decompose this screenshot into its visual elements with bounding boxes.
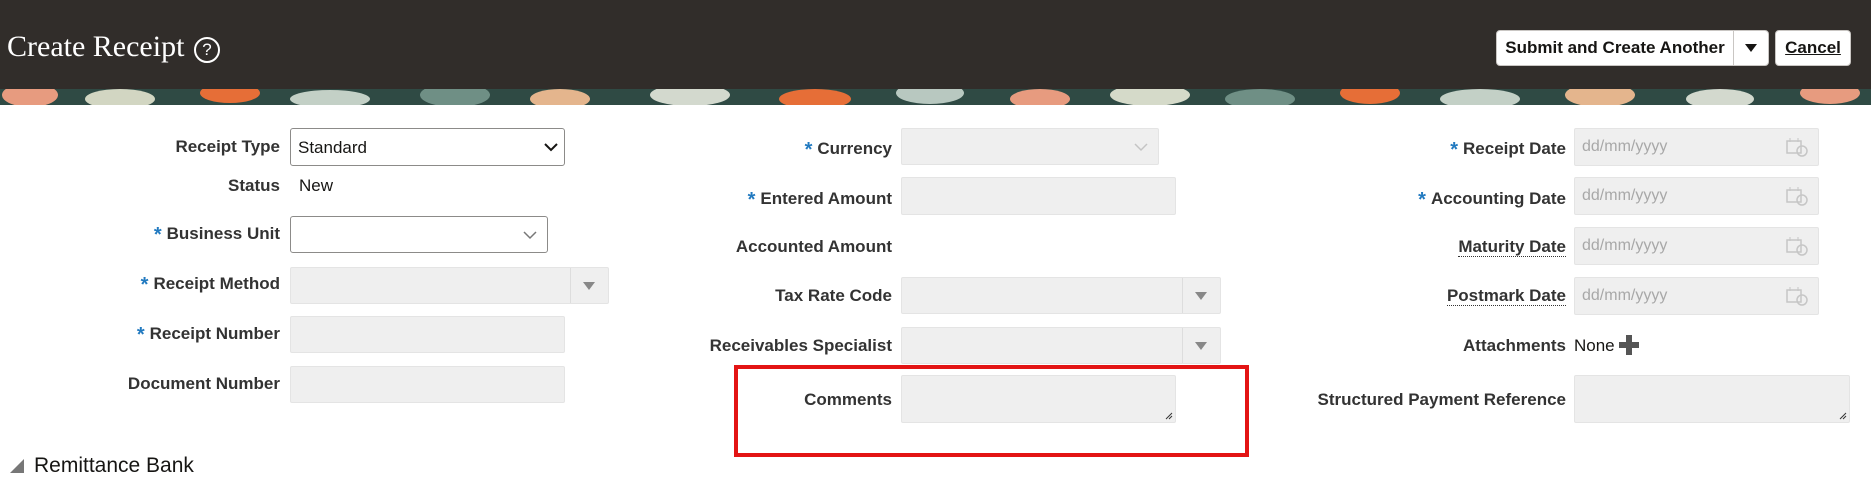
currency-select[interactable]: [901, 128, 1159, 165]
date-placeholder: dd/mm/yyyy: [1582, 287, 1668, 304]
entered-amount-label: * Entered Amount: [747, 189, 892, 211]
calendar-icon[interactable]: [1786, 186, 1808, 206]
receipt-type-value: Standard: [298, 138, 367, 157]
attachments-value: None: [1574, 336, 1615, 355]
maturity-date-input[interactable]: dd/mm/yyyy: [1574, 227, 1819, 265]
document-number-input[interactable]: [290, 366, 565, 403]
required-indicator: *: [140, 274, 149, 296]
date-placeholder: dd/mm/yyyy: [1582, 237, 1668, 254]
caret-down-icon: [1195, 292, 1207, 300]
resize-handle-icon[interactable]: [1839, 412, 1847, 420]
receipt-method-dropdown-button[interactable]: [570, 268, 608, 303]
required-indicator: *: [804, 139, 813, 161]
maturity-date-label: Maturity Date: [1458, 237, 1566, 257]
date-placeholder: dd/mm/yyyy: [1582, 187, 1668, 204]
receipt-method-label: * Receipt Method: [140, 274, 280, 296]
required-indicator: *: [747, 189, 756, 211]
receipt-method-field[interactable]: [290, 267, 609, 304]
structured-payment-reference-textarea[interactable]: [1574, 375, 1850, 423]
receipt-date-label: * Receipt Date: [1450, 139, 1566, 161]
required-indicator: *: [136, 324, 145, 346]
postmark-date-label: Postmark Date: [1446, 286, 1566, 306]
submit-options-dropdown-button[interactable]: [1733, 30, 1769, 66]
cancel-button[interactable]: Cancel: [1775, 30, 1851, 66]
page-header: Create Receipt ? Submit and Create Anoth…: [0, 0, 1871, 89]
caret-down-icon: [583, 282, 595, 290]
currency-label: * Currency: [804, 139, 892, 161]
receivables-specialist-label: Receivables Specialist: [709, 336, 892, 355]
postmark-date-input[interactable]: dd/mm/yyyy: [1574, 277, 1819, 315]
required-indicator: *: [1418, 189, 1426, 211]
receipt-number-label: * Receipt Number: [136, 324, 280, 346]
accounting-date-label: * Accounting Date: [1418, 189, 1566, 211]
help-icon[interactable]: ?: [194, 37, 220, 63]
status-value: New: [299, 176, 334, 195]
business-unit-select[interactable]: [290, 216, 548, 253]
attachments-label: Attachments: [1463, 336, 1566, 355]
accounted-amount-label: Accounted Amount: [735, 237, 892, 256]
chevron-down-icon: [1745, 44, 1757, 52]
status-label: Status: [228, 176, 280, 195]
remittance-bank-section-header[interactable]: Remittance Bank: [10, 454, 194, 477]
page-title: Create Receipt: [7, 30, 185, 63]
receipt-type-select[interactable]: Standard: [290, 128, 565, 166]
business-unit-label: * Business Unit: [153, 224, 280, 246]
cancel-button-label: Cancel: [1785, 38, 1841, 57]
chevron-down-icon: [544, 143, 558, 152]
required-indicator: *: [153, 224, 162, 246]
entered-amount-input[interactable]: [901, 177, 1176, 215]
collapse-triangle-icon[interactable]: [10, 459, 24, 473]
tax-rate-code-field[interactable]: [901, 277, 1221, 314]
accounting-date-input[interactable]: dd/mm/yyyy: [1574, 177, 1819, 215]
receipt-date-input[interactable]: dd/mm/yyyy: [1574, 128, 1819, 166]
tax-rate-code-dropdown-button[interactable]: [1182, 278, 1220, 313]
highlight-box: [734, 365, 1249, 457]
calendar-icon[interactable]: [1786, 236, 1808, 256]
submit-and-create-another-button[interactable]: Submit and Create Another: [1496, 30, 1734, 66]
date-placeholder: dd/mm/yyyy: [1582, 138, 1668, 155]
document-number-label: Document Number: [127, 374, 280, 393]
receivables-specialist-dropdown-button[interactable]: [1182, 328, 1220, 363]
submit-button-label: Submit and Create Another: [1505, 38, 1725, 57]
banner-pattern: [0, 89, 1871, 105]
remittance-bank-label: Remittance Bank: [34, 454, 194, 477]
chevron-down-icon: [1134, 143, 1148, 152]
calendar-icon[interactable]: [1786, 286, 1808, 306]
caret-down-icon: [1195, 342, 1207, 350]
receipt-type-label: Receipt Type: [175, 137, 280, 156]
decorative-banner: [0, 89, 1871, 105]
required-indicator: *: [1450, 139, 1459, 161]
structured-payment-reference-label: Structured Payment Reference: [1317, 390, 1566, 409]
add-attachment-icon[interactable]: [1619, 335, 1639, 355]
calendar-icon[interactable]: [1786, 137, 1808, 157]
receipt-number-input[interactable]: [290, 316, 565, 353]
receivables-specialist-field[interactable]: [901, 327, 1221, 364]
chevron-down-icon: [523, 231, 537, 240]
tax-rate-code-label: Tax Rate Code: [775, 286, 892, 305]
